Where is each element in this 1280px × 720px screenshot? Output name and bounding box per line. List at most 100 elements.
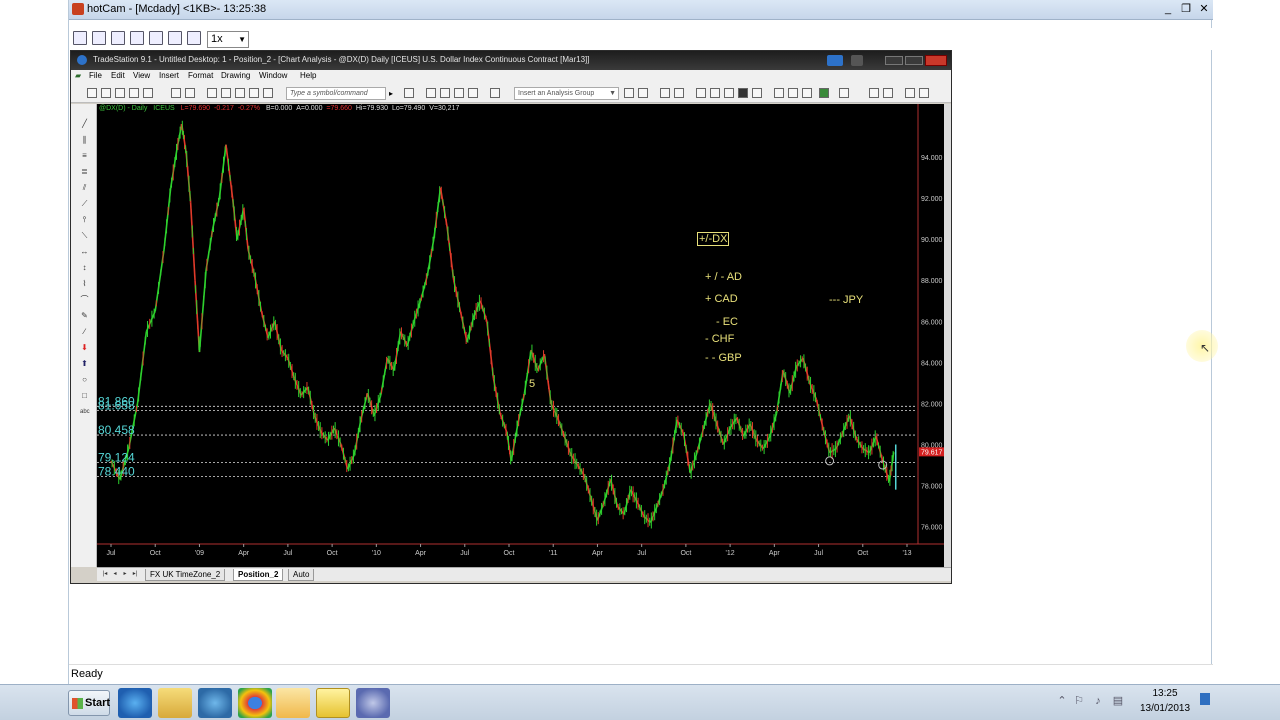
lock-icon[interactable] <box>235 88 245 98</box>
ellipse-icon[interactable]: ○ <box>80 376 89 384</box>
speed-lines-icon[interactable]: ⫽ <box>80 184 89 192</box>
maximize-button[interactable]: ❐ <box>1177 1 1195 17</box>
black-square-icon[interactable] <box>738 88 748 98</box>
camera-icon[interactable] <box>187 31 201 45</box>
crosshair-icon[interactable] <box>774 88 784 98</box>
gann-fan-icon[interactable]: ⟋ <box>80 200 89 208</box>
save-icon[interactable] <box>115 88 125 98</box>
vertical-icon[interactable] <box>802 88 812 98</box>
horizontal-line-icon[interactable]: ↔ <box>80 248 89 256</box>
hotcam-titlebar[interactable]: hotCam - [Mcdady] <1KB>- 13:25:38 _ ❐ ✕ <box>69 0 1213 20</box>
arc-icon[interactable]: ⌒ <box>80 296 89 304</box>
channel-icon[interactable]: ∥ <box>80 136 89 144</box>
close-button[interactable]: ✕ <box>1195 1 1213 17</box>
tab-position-2[interactable]: Position_2 <box>233 569 284 581</box>
ts-close-button[interactable] <box>925 55 947 66</box>
radar-icon[interactable] <box>440 88 450 98</box>
prev-tab-icon[interactable]: ◂ <box>111 570 119 579</box>
analysis-group-select[interactable]: Insert an Analysis Group ▼ <box>514 87 619 100</box>
curve-icon[interactable]: ∕ <box>80 328 89 336</box>
action-center-icon[interactable]: ⚐ <box>1073 695 1085 707</box>
vertical-scrollbar[interactable] <box>944 104 951 567</box>
trendline-icon[interactable]: ╱ <box>80 120 89 128</box>
wave-5-label[interactable]: 5 <box>529 378 535 390</box>
open-icon[interactable] <box>101 88 111 98</box>
internet-explorer-icon[interactable] <box>118 688 152 718</box>
up-arrow-icon[interactable]: ⬆ <box>80 360 89 368</box>
chf-annotation[interactable]: - CHF <box>705 333 734 345</box>
region-icon[interactable] <box>130 31 144 45</box>
new-icon[interactable] <box>87 88 97 98</box>
jpy-annotation[interactable]: --- JPY <box>829 294 863 306</box>
record-icon[interactable] <box>168 31 182 45</box>
menu-drawing[interactable]: Drawing <box>221 71 250 80</box>
tool-icon[interactable] <box>696 88 706 98</box>
speedometer-icon[interactable] <box>356 688 390 718</box>
tab-fx-uk-timezone[interactable]: FX UK TimeZone_2 <box>145 569 226 581</box>
andrews-pitchfork-icon[interactable]: ⫯ <box>80 216 89 224</box>
edit-icon[interactable] <box>143 88 153 98</box>
pencil-icon[interactable]: ✎ <box>80 312 89 320</box>
tab-auto[interactable]: Auto <box>288 569 315 581</box>
start-button[interactable]: Start <box>68 690 110 716</box>
zoom-select[interactable]: 1x ▼ <box>207 31 249 48</box>
analysis-icon[interactable] <box>490 88 500 98</box>
fib-icon[interactable]: ≣ <box>80 168 89 176</box>
horizontal-icon[interactable] <box>788 88 798 98</box>
matrix-icon[interactable] <box>454 88 464 98</box>
skype-icon[interactable] <box>827 55 843 66</box>
ec-annotation[interactable]: - EC <box>716 316 738 328</box>
clock-date[interactable]: 13/01/2013 <box>1135 703 1195 714</box>
clock-time[interactable]: 13:25 <box>1135 688 1195 699</box>
zoom-in-icon[interactable] <box>869 88 879 98</box>
print-icon[interactable] <box>92 31 106 45</box>
settings-icon[interactable] <box>111 31 125 45</box>
green-bar-icon[interactable] <box>819 88 829 98</box>
menu-help[interactable]: Help <box>300 71 316 80</box>
color-icon[interactable] <box>839 88 849 98</box>
gbp-annotation[interactable]: - - GBP <box>705 352 742 364</box>
table-icon[interactable] <box>724 88 734 98</box>
menu-insert[interactable]: Insert <box>159 71 179 80</box>
layout-icon[interactable] <box>207 88 217 98</box>
show-hidden-icons-icon[interactable]: ⌃ <box>1056 695 1068 707</box>
rectangle-icon[interactable]: □ <box>80 392 89 400</box>
fullscreen-icon[interactable] <box>149 31 163 45</box>
window-icon[interactable] <box>249 88 259 98</box>
network-icon[interactable]: ▤ <box>1112 695 1124 707</box>
gear-icon[interactable] <box>851 55 863 66</box>
print-preview-icon[interactable] <box>185 88 195 98</box>
menu-window[interactable]: Window <box>259 71 287 80</box>
menu-view[interactable]: View <box>133 71 150 80</box>
save-icon[interactable] <box>73 31 87 45</box>
horizontal-lines-icon[interactable]: ≡ <box>80 152 89 160</box>
indicator-icon[interactable] <box>624 88 634 98</box>
down-arrow-icon[interactable]: ⬇ <box>80 344 89 352</box>
print-icon[interactable] <box>171 88 181 98</box>
price-chart[interactable]: 94.000 92.000 90.000 88.000 86.000 84.000 82.0… <box>97 104 944 567</box>
bars-icon[interactable] <box>752 88 762 98</box>
desktop-icon[interactable] <box>263 88 273 98</box>
cut-icon[interactable] <box>129 88 139 98</box>
vertical-line-icon[interactable]: ↕ <box>80 264 89 272</box>
grid-icon[interactable] <box>221 88 231 98</box>
drag-icon[interactable] <box>919 88 929 98</box>
chart-area[interactable]: 94.000 92.000 90.000 88.000 86.000 84.000 82.0… <box>97 104 944 567</box>
chrome-icon[interactable] <box>238 688 272 718</box>
gauge-icon[interactable] <box>198 688 232 718</box>
pointer-icon[interactable] <box>905 88 915 98</box>
zoom-out-icon[interactable] <box>883 88 893 98</box>
hotcam-taskbar-icon[interactable] <box>316 688 350 718</box>
show-desktop-button[interactable] <box>1200 693 1210 705</box>
cycle-icon[interactable]: ⌇ <box>80 280 89 288</box>
ts-maximize-button[interactable] <box>905 56 923 65</box>
file-explorer-icon[interactable] <box>158 688 192 718</box>
dx-annotation-box[interactable]: +/-DX <box>697 232 730 246</box>
regression-icon[interactable]: ⟍ <box>80 232 89 240</box>
ad-annotation[interactable]: + / - AD <box>705 271 742 283</box>
volume-icon[interactable]: ♪ <box>1092 695 1104 707</box>
chart-icon[interactable] <box>426 88 436 98</box>
last-tab-icon[interactable]: ▸| <box>131 570 139 579</box>
minimize-button[interactable]: _ <box>1159 1 1177 17</box>
candle-icon[interactable] <box>674 88 684 98</box>
